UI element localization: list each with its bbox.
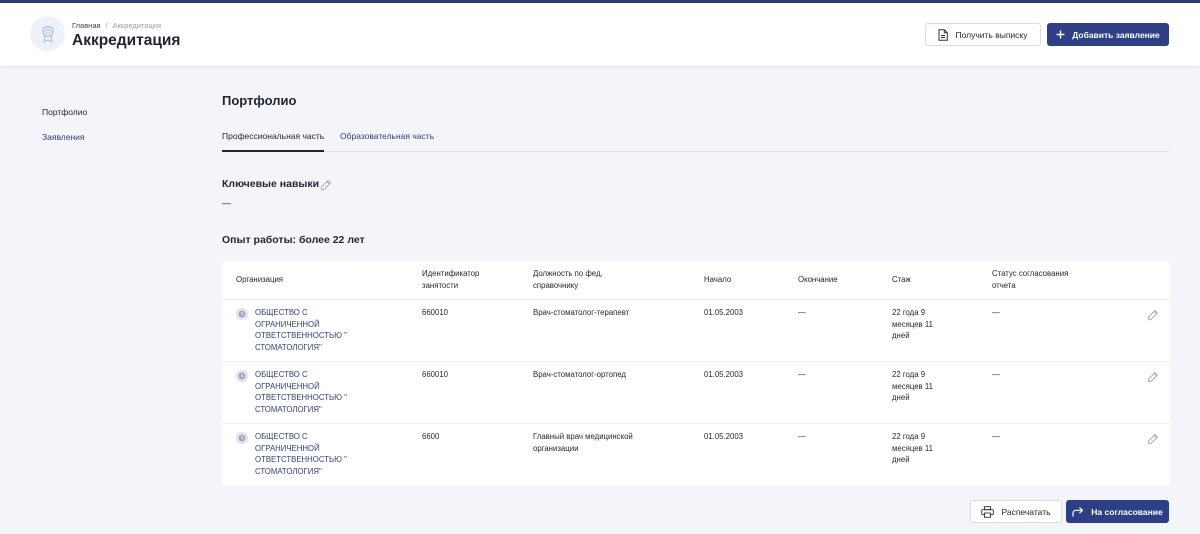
sidebar-item-applications[interactable]: Заявления (42, 132, 85, 142)
table-row: ОБЩЕСТВО С ОГРАНИЧЕННОЙ ОТВЕТСТВЕННОСТЬЮ… (222, 299, 1170, 361)
clock-status-icon (236, 432, 248, 444)
page-header: Главная / Аккредитация Аккредитация Полу… (0, 3, 1200, 67)
position-value: Главный врач медицинской организации (533, 432, 633, 453)
add-application-label: Добавить заявление (1072, 29, 1160, 40)
award-ribbon-icon (30, 16, 65, 51)
breadcrumb: Главная / Аккредитация (72, 21, 161, 30)
approval-status-value: — (992, 308, 1000, 317)
get-statement-button[interactable]: Получить выписку (925, 23, 1041, 46)
experience-table: Организация Идентификатор занятости Долж… (222, 261, 1170, 486)
column-header-employment-id: Идентификатор занятости (422, 269, 480, 290)
start-date: 01.05.2003 (704, 370, 744, 379)
column-header-end: Окончание (798, 275, 838, 284)
document-icon (938, 28, 949, 41)
breadcrumb-current: Аккредитация (112, 21, 162, 30)
clock-status-icon (236, 370, 248, 382)
end-date: — (798, 370, 806, 379)
organization-link[interactable]: ОБЩЕСТВО С ОГРАНИЧЕННОЙ ОТВЕТСТВЕННОСТЬЮ… (255, 307, 365, 353)
print-label: Распечатать (1001, 506, 1051, 517)
add-application-button[interactable]: Добавить заявление (1047, 23, 1169, 46)
column-header-organization: Организация (236, 275, 284, 284)
tenure-value: 22 года 9 месяцев 11 дней (892, 370, 933, 402)
employment-id: 660010 (422, 370, 449, 379)
pencil-icon[interactable] (1147, 432, 1159, 445)
get-statement-label: Получить выписку (955, 29, 1028, 40)
employment-id: 6600 (422, 432, 440, 441)
print-button[interactable]: Распечатать (970, 500, 1062, 523)
approval-status-value: — (992, 432, 1000, 441)
section-title: Портфолио (222, 93, 297, 108)
position-value: Врач-стоматолог-терапевт (533, 308, 630, 317)
send-for-approval-button[interactable]: На согласование (1066, 500, 1169, 523)
page-title: Аккредитация (72, 32, 181, 49)
table-row: ОБЩЕСТВО С ОГРАНИЧЕННОЙ ОТВЕТСТВЕННОСТЬЮ… (222, 361, 1170, 423)
table-row: ОБЩЕСТВО С ОГРАНИЧЕННОЙ ОТВЕТСТВЕННОСТЬЮ… (222, 423, 1170, 485)
column-header-start: Начало (704, 275, 732, 284)
start-date: 01.05.2003 (704, 308, 744, 317)
position-value: Врач-стоматолог-ортопед (533, 370, 626, 379)
tenure-value: 22 года 9 месяцев 11 дней (892, 308, 933, 340)
pencil-icon[interactable] (320, 178, 332, 191)
column-header-tenure: Стаж (892, 275, 911, 284)
key-skills-label: Ключевые навыки (222, 178, 320, 190)
sidebar-item-portfolio[interactable]: Портфолио (42, 107, 87, 117)
clock-status-icon (236, 308, 248, 320)
key-skills-value: — (222, 198, 231, 208)
send-for-approval-label: На согласование (1091, 506, 1163, 517)
tab-professional[interactable]: Профессиональная часть (222, 131, 325, 152)
portfolio-tabs: Профессиональная часть Образовательная ч… (222, 124, 1170, 152)
breadcrumb-separator: / (105, 21, 108, 30)
pencil-icon[interactable] (1147, 308, 1159, 321)
end-date: — (798, 308, 806, 317)
printer-icon (981, 505, 995, 518)
share-arrow-icon (1072, 506, 1084, 517)
experience-title: Опыт работы: более 22 лет (222, 234, 365, 246)
organization-link[interactable]: ОБЩЕСТВО С ОГРАНИЧЕННОЙ ОТВЕТСТВЕННОСТЬЮ… (255, 431, 365, 477)
column-header-approval-status: Статус согласования отчета (992, 269, 1069, 290)
organization-link[interactable]: ОБЩЕСТВО С ОГРАНИЧЕННОЙ ОТВЕТСТВЕННОСТЬЮ… (255, 369, 365, 415)
tenure-value: 22 года 9 месяцев 11 дней (892, 432, 933, 464)
breadcrumb-home-link[interactable]: Главная (72, 21, 101, 30)
approval-status-value: — (992, 370, 1000, 379)
tab-educational[interactable]: Образовательная часть (340, 131, 434, 141)
column-header-position: Должность по фед. справочнику (533, 269, 603, 290)
employment-id: 660010 (422, 308, 449, 317)
plus-icon (1056, 30, 1065, 39)
start-date: 01.05.2003 (704, 432, 744, 441)
end-date: — (798, 432, 806, 441)
pencil-icon[interactable] (1147, 370, 1159, 383)
